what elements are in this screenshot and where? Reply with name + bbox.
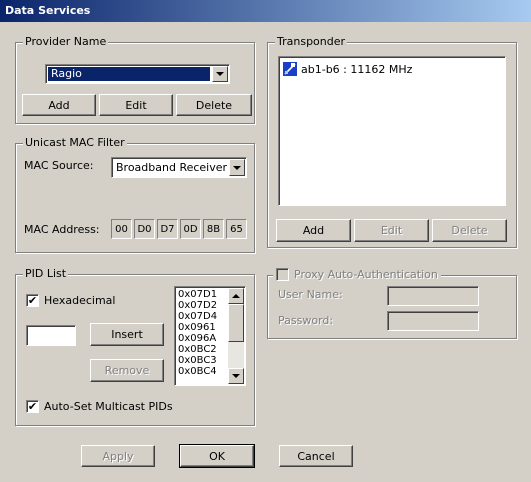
- apply-button[interactable]: Apply: [81, 445, 155, 467]
- provider-edit-button[interactable]: Edit: [99, 94, 173, 116]
- mac-source-select[interactable]: Broadband Receiver: [111, 157, 247, 178]
- chevron-up-icon: [232, 294, 240, 298]
- mac-octet-3: D7: [157, 219, 178, 239]
- hexadecimal-checkbox[interactable]: ✔: [26, 294, 39, 307]
- mac-source-dropdown-button[interactable]: [229, 159, 245, 176]
- auto-set-multicast-checkbox[interactable]: ✔: [26, 400, 39, 413]
- list-item[interactable]: 0x0961: [177, 322, 227, 333]
- list-item[interactable]: 0x07D2: [177, 300, 227, 311]
- proxy-auth-label: Proxy Auto-Authentication: [294, 267, 438, 281]
- transponder-add-button[interactable]: Add: [276, 219, 351, 242]
- title-bar[interactable]: Data Services: [0, 0, 531, 22]
- chevron-down-icon: [233, 165, 241, 170]
- provider-dropdown-button[interactable]: [212, 66, 228, 82]
- provider-delete-button[interactable]: Delete: [176, 94, 252, 116]
- mac-source-value: Broadband Receiver: [116, 161, 228, 174]
- transponder-legend: Transponder: [275, 35, 348, 49]
- password-field[interactable]: [387, 311, 479, 331]
- mac-octet-2: D0: [134, 219, 155, 239]
- list-item[interactable]: 0x0BC3: [177, 355, 227, 366]
- list-item[interactable]: 0x07D1: [177, 289, 227, 300]
- username-label: User Name:: [278, 288, 343, 301]
- transponder-item-label: ab1-b6 : 11162 MHz: [301, 62, 413, 76]
- pid-listbox[interactable]: 0x07D1 0x07D2 0x07D4 0x0961 0x096A 0x0BC…: [174, 286, 246, 386]
- chevron-down-icon: [216, 72, 224, 76]
- mac-octet-4: 0D: [180, 219, 201, 239]
- proxy-auth-header: Proxy Auto-Authentication: [273, 267, 441, 282]
- list-item[interactable]: ab1-b6 : 11162 MHz: [283, 61, 412, 77]
- mac-octet-5: 8B: [203, 219, 224, 239]
- chevron-down-icon: [232, 374, 240, 378]
- satellite-link-icon: [283, 62, 297, 76]
- list-item[interactable]: 0x096A: [177, 333, 227, 344]
- proxy-auth-checkbox[interactable]: [276, 268, 289, 281]
- mac-source-label: MAC Source:: [24, 159, 94, 172]
- pid-list-items: 0x07D1 0x07D2 0x07D4 0x0961 0x096A 0x0BC…: [177, 289, 227, 377]
- transponder-delete-button[interactable]: Delete: [432, 219, 507, 242]
- provider-selected-value: Ragio: [48, 67, 210, 81]
- provider-add-button[interactable]: Add: [22, 94, 96, 116]
- auto-set-multicast-label: Auto-Set Multicast PIDs: [44, 400, 173, 413]
- scroll-thumb[interactable]: [228, 304, 244, 342]
- mac-octet-6: 65: [226, 219, 247, 239]
- ok-button[interactable]: OK: [179, 444, 255, 468]
- pid-list-legend: PID List: [23, 267, 69, 281]
- transponder-list[interactable]: ab1-b6 : 11162 MHz: [278, 56, 506, 206]
- scroll-down-button[interactable]: [228, 368, 244, 384]
- scroll-up-button[interactable]: [228, 288, 244, 304]
- remove-button[interactable]: Remove: [90, 359, 164, 382]
- list-item[interactable]: 0x07D4: [177, 311, 227, 322]
- provider-name-legend: Provider Name: [23, 35, 109, 49]
- data-services-dialog: Data Services Provider Name Ragio Add Ed…: [0, 0, 531, 482]
- window-title: Data Services: [5, 4, 91, 17]
- cancel-button[interactable]: Cancel: [279, 445, 353, 467]
- pid-input[interactable]: [26, 325, 76, 346]
- pid-list-scrollbar[interactable]: [228, 288, 244, 384]
- mac-octet-1: 00: [111, 219, 132, 239]
- hexadecimal-label: Hexadecimal: [44, 294, 116, 307]
- mac-address-label: MAC Address:: [24, 223, 100, 236]
- checkmark-icon: ✔: [27, 294, 38, 307]
- provider-select[interactable]: Ragio: [45, 64, 230, 84]
- list-item[interactable]: 0x0BC2: [177, 344, 227, 355]
- checkmark-icon: ✔: [27, 400, 38, 413]
- insert-button[interactable]: Insert: [90, 323, 164, 346]
- mac-filter-legend: Unicast MAC Filter: [23, 136, 127, 150]
- username-field[interactable]: [387, 286, 479, 306]
- list-item[interactable]: 0x0BC4: [177, 366, 227, 377]
- password-label: Password:: [278, 314, 334, 327]
- transponder-edit-button[interactable]: Edit: [354, 219, 429, 242]
- mac-address-field: 00 D0 D7 0D 8B 65: [111, 219, 249, 240]
